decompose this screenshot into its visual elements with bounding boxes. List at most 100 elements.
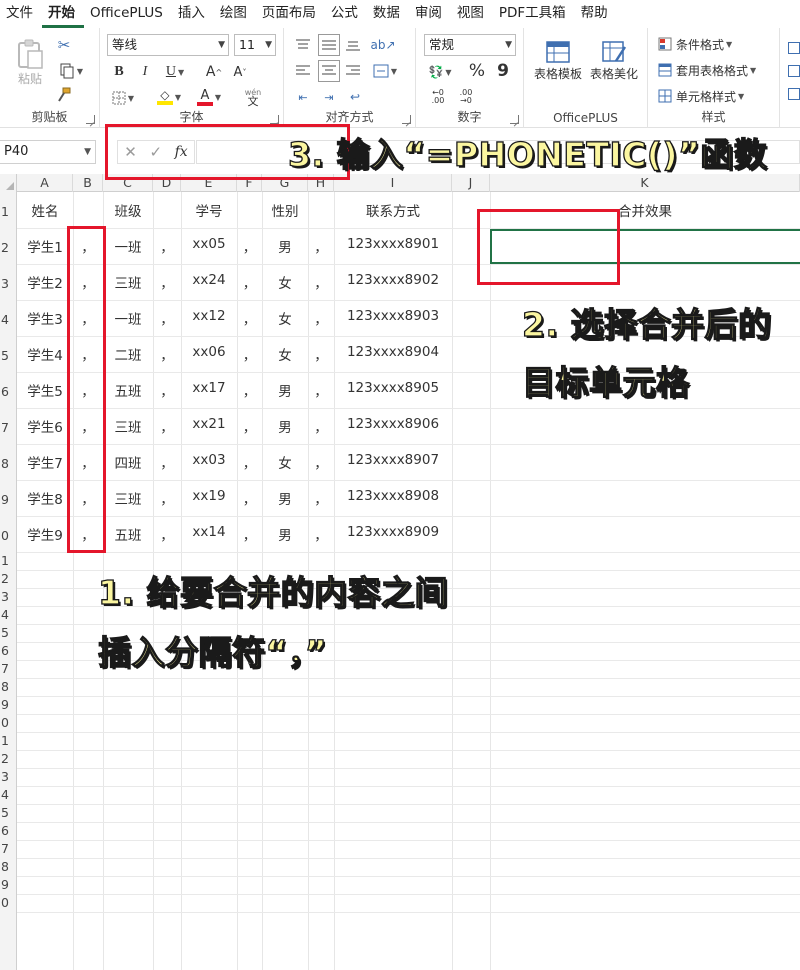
increase-decimal-button[interactable]: ←0.00 xyxy=(426,86,450,108)
row-header[interactable]: 4 xyxy=(0,312,17,327)
cell-name[interactable]: 学生1 xyxy=(17,236,73,256)
cell-separator[interactable]: ， xyxy=(153,416,181,436)
row-header[interactable]: 3 xyxy=(0,589,17,604)
cell-id[interactable]: xx03 xyxy=(181,452,237,468)
row-header[interactable]: 9 xyxy=(0,492,17,507)
menu-item-0[interactable]: 文件 xyxy=(0,0,42,28)
cell-name[interactable]: 学生4 xyxy=(17,344,73,364)
align-bottom-button[interactable] xyxy=(344,36,362,54)
row-header[interactable]: 6 xyxy=(0,823,17,838)
align-right-button[interactable] xyxy=(344,62,362,80)
bold-button[interactable]: B xyxy=(110,62,128,82)
menu-item-1[interactable]: 开始 xyxy=(42,0,84,28)
cell-name[interactable]: 学生8 xyxy=(17,488,73,508)
column-header-j[interactable]: J xyxy=(452,174,490,192)
phonetic-button[interactable]: wén 文 xyxy=(236,86,270,108)
cell-separator[interactable]: ， xyxy=(308,272,334,292)
select-all-button[interactable] xyxy=(0,174,17,192)
row-header[interactable]: 3 xyxy=(0,276,17,291)
cell-gender[interactable]: 男 xyxy=(262,524,308,544)
row-header[interactable]: 5 xyxy=(0,625,17,640)
cell-separator[interactable]: ， xyxy=(308,380,334,400)
cell-gender[interactable]: 男 xyxy=(262,416,308,436)
clipboard-launcher-icon[interactable] xyxy=(86,115,95,124)
cell-class[interactable]: 二班 xyxy=(103,344,153,364)
align-middle-button[interactable] xyxy=(318,34,340,56)
cell-separator[interactable]: ， xyxy=(308,236,334,256)
row-header[interactable]: 7 xyxy=(0,661,17,676)
cell-contact[interactable]: 123xxxx8905 xyxy=(334,380,452,396)
menu-item-3[interactable]: 插入 xyxy=(172,0,214,28)
cell-separator[interactable]: ， xyxy=(308,524,334,544)
format-painter-button[interactable] xyxy=(55,86,73,104)
cell-separator[interactable]: ， xyxy=(308,308,334,328)
cell-contact[interactable]: 123xxxx8907 xyxy=(334,452,452,468)
cell-separator[interactable]: ， xyxy=(153,344,181,364)
row-header[interactable]: 8 xyxy=(0,679,17,694)
cell-separator[interactable]: ， xyxy=(237,380,262,400)
menu-item-6[interactable]: 公式 xyxy=(325,0,367,28)
column-header-k[interactable]: K xyxy=(490,174,800,192)
cell-contact[interactable]: 123xxxx8903 xyxy=(334,308,452,324)
cell-gender[interactable]: 女 xyxy=(262,272,308,292)
font-launcher-icon[interactable] xyxy=(270,115,279,124)
orientation-button[interactable]: ab↗ xyxy=(370,34,395,56)
row-header[interactable]: 2 xyxy=(0,240,17,255)
header-name[interactable]: 姓名 xyxy=(17,200,73,220)
alignment-launcher-icon[interactable] xyxy=(402,115,411,124)
row-header[interactable]: 1 xyxy=(0,553,17,568)
underline-button[interactable]: U ▼ xyxy=(160,62,190,82)
table-template-button[interactable]: 表格模板 xyxy=(530,34,586,86)
row-header[interactable]: 4 xyxy=(0,787,17,802)
cell-name[interactable]: 学生5 xyxy=(17,380,73,400)
fill-color-button[interactable]: ◇ ▼ xyxy=(152,86,186,108)
row-header[interactable]: 8 xyxy=(0,456,17,471)
cell-separator[interactable]: ， xyxy=(308,344,334,364)
menu-item-7[interactable]: 数据 xyxy=(367,0,409,28)
cell-contact[interactable]: 123xxxx8901 xyxy=(334,236,452,252)
cell-separator[interactable]: ， xyxy=(153,452,181,472)
row-header[interactable]: 9 xyxy=(0,697,17,712)
font-color-button[interactable]: A ▼ xyxy=(194,86,224,108)
cell-class[interactable]: 一班 xyxy=(103,308,153,328)
cell-separator[interactable]: ， xyxy=(237,272,262,292)
align-left-button[interactable] xyxy=(294,62,312,80)
copy-button[interactable]: ▼ xyxy=(55,62,87,80)
row-header[interactable]: 4 xyxy=(0,607,17,622)
cell-contact[interactable]: 123xxxx8909 xyxy=(334,524,452,540)
cell-name[interactable]: 学生7 xyxy=(17,452,73,472)
cell-name[interactable]: 学生9 xyxy=(17,524,73,544)
cell-separator[interactable]: ， xyxy=(308,488,334,508)
accounting-format-button[interactable]: 💱 ▼ xyxy=(424,62,456,82)
increase-indent-button[interactable]: ⇥ xyxy=(320,88,338,106)
format-as-table-button[interactable]: 套用表格格式 ▼ xyxy=(658,60,778,80)
cells-group-partial[interactable] xyxy=(788,36,800,106)
cell-id[interactable]: xx14 xyxy=(181,524,237,540)
row-header[interactable]: 5 xyxy=(0,805,17,820)
cell-gender[interactable]: 女 xyxy=(262,308,308,328)
cell-contact[interactable]: 123xxxx8902 xyxy=(334,272,452,288)
font-size-select[interactable]: 11 ▼ xyxy=(234,34,276,56)
cell-id[interactable]: xx21 xyxy=(181,416,237,432)
cell-contact[interactable]: 123xxxx8906 xyxy=(334,416,452,432)
row-header[interactable]: 1 xyxy=(0,733,17,748)
align-top-button[interactable] xyxy=(294,36,312,54)
header-class[interactable]: 班级 xyxy=(103,200,153,220)
menu-item-11[interactable]: 帮助 xyxy=(575,0,617,28)
cell-separator[interactable]: ， xyxy=(237,524,262,544)
cell-class[interactable]: 四班 xyxy=(103,452,153,472)
name-box[interactable]: P40 ▼ xyxy=(0,140,96,164)
column-header-a[interactable]: A xyxy=(17,174,73,192)
cell-id[interactable]: xx24 xyxy=(181,272,237,288)
cell-id[interactable]: xx12 xyxy=(181,308,237,324)
cell-separator[interactable]: ， xyxy=(237,344,262,364)
font-name-select[interactable]: 等线 ▼ xyxy=(107,34,229,56)
cell-class[interactable]: 一班 xyxy=(103,236,153,256)
cell-separator[interactable]: ， xyxy=(308,416,334,436)
row-header[interactable]: 2 xyxy=(0,571,17,586)
row-header[interactable]: 6 xyxy=(0,384,17,399)
cell-name[interactable]: 学生3 xyxy=(17,308,73,328)
cell-class[interactable]: 三班 xyxy=(103,416,153,436)
paste-button[interactable]: 粘贴 xyxy=(8,34,52,90)
column-header-b[interactable]: B xyxy=(73,174,103,192)
